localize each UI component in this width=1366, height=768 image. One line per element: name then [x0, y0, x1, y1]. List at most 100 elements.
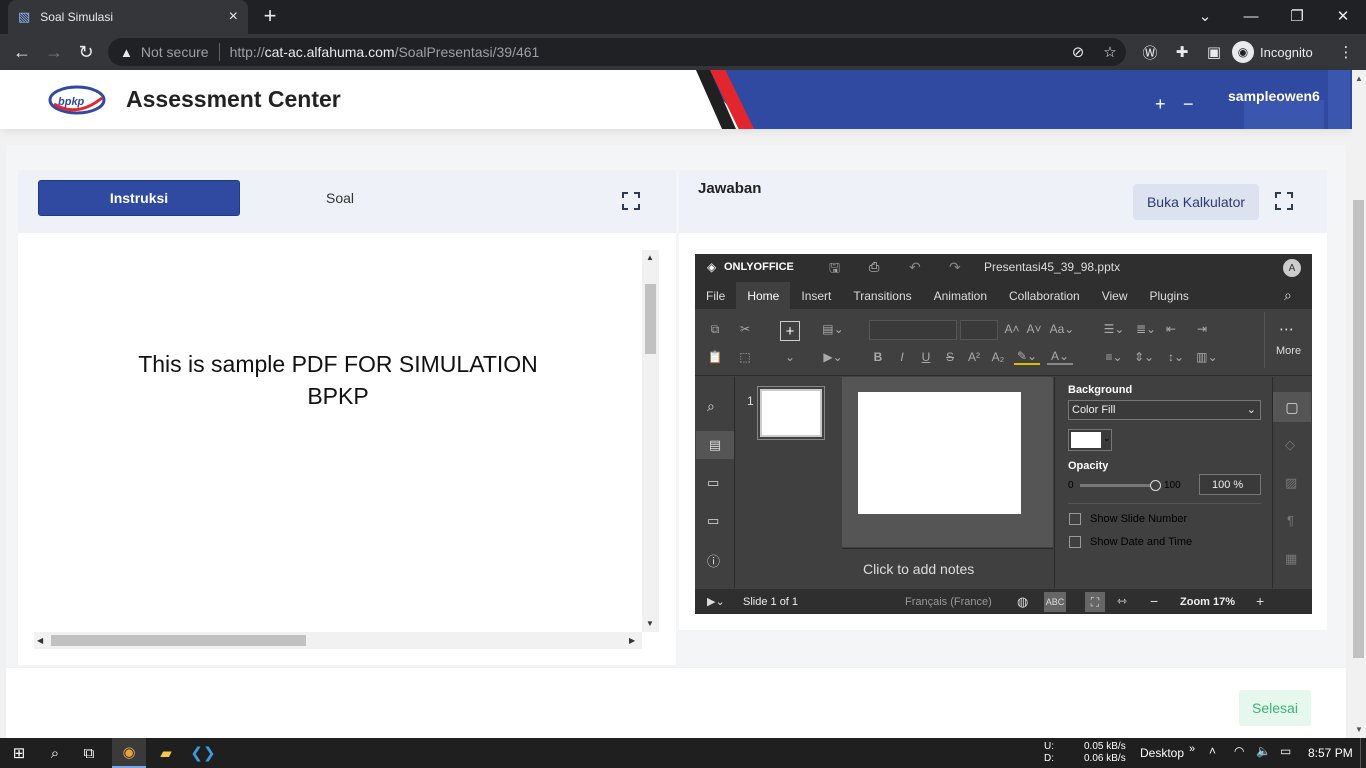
align-icon[interactable]: ≡⌄: [1100, 349, 1128, 365]
show-desktop-button[interactable]: [1360, 738, 1366, 768]
zoom-in-button[interactable]: +: [1155, 94, 1166, 115]
highlight-color-icon[interactable]: ✎⌄: [1014, 349, 1040, 365]
tab-instruksi[interactable]: Instruksi: [38, 180, 240, 216]
font-size-dropdown[interactable]: [960, 320, 998, 340]
slide-settings-icon[interactable]: ▢: [1273, 392, 1311, 422]
menu-animation[interactable]: Animation: [923, 282, 998, 309]
windows-start-icon[interactable]: ⊞: [2, 738, 36, 768]
increase-indent-icon[interactable]: ⇥: [1193, 321, 1211, 337]
notes-area[interactable]: Click to add notes: [842, 548, 1053, 588]
task-view-icon[interactable]: ⧉: [72, 738, 106, 768]
slideshow-icon[interactable]: ▶⌄: [707, 595, 725, 608]
numbering-icon[interactable]: ≣⌄: [1132, 321, 1160, 337]
scroll-down-arrow-icon[interactable]: ▼: [646, 619, 654, 628]
scroll-right-arrow-icon[interactable]: ▶: [629, 636, 635, 645]
strikethrough-icon[interactable]: S: [941, 349, 959, 365]
wifi-icon[interactable]: ◠: [1234, 744, 1244, 758]
zoom-in-icon[interactable]: +: [1256, 593, 1264, 609]
image-settings-icon[interactable]: ▨: [1285, 475, 1297, 491]
bold-icon[interactable]: B: [869, 349, 887, 365]
more-button[interactable]: More: [1276, 345, 1301, 357]
menu-plugins[interactable]: Plugins: [1139, 282, 1200, 309]
slides-panel-icon[interactable]: ▤: [696, 431, 734, 459]
fullscreen-icon[interactable]: [1273, 190, 1295, 212]
chrome-icon[interactable]: ◉: [112, 738, 146, 768]
user-avatar[interactable]: A: [1283, 259, 1301, 277]
font-family-dropdown[interactable]: [869, 320, 957, 340]
tab-soal[interactable]: Soal: [240, 180, 440, 216]
vscode-icon[interactable]: ❮❯: [186, 738, 220, 768]
underline-icon[interactable]: U: [917, 349, 935, 365]
redo-icon[interactable]: ↷: [949, 259, 961, 276]
scroll-up-arrow-icon[interactable]: ▲: [646, 253, 654, 262]
fullscreen-icon[interactable]: [620, 190, 642, 212]
fill-type-dropdown[interactable]: Color Fill ⌄: [1068, 400, 1261, 420]
browser-tab[interactable]: ▧ Soal Simulasi ×: [8, 0, 248, 34]
restore-button[interactable]: ❐: [1274, 0, 1320, 32]
spellcheck-icon[interactable]: ABC: [1044, 592, 1066, 612]
clock[interactable]: 8:57 PM: [1308, 746, 1353, 760]
print-icon[interactable]: ⎙: [869, 259, 879, 275]
show-slide-number-label[interactable]: Show Slide Number: [1090, 513, 1187, 525]
search-icon[interactable]: ⌕: [707, 398, 715, 415]
opacity-input[interactable]: 100 %: [1199, 474, 1261, 495]
change-case-icon[interactable]: Aa⌄: [1049, 321, 1075, 337]
add-slide-dropdown-icon[interactable]: ⌄: [781, 349, 799, 365]
scroll-up-arrow-icon[interactable]: ▲: [1355, 74, 1363, 83]
vertical-align-icon[interactable]: ⇕⌄: [1130, 349, 1158, 365]
paste-icon[interactable]: 📋: [706, 349, 724, 365]
file-explorer-icon[interactable]: ▰: [149, 738, 183, 768]
tab-search-icon[interactable]: ⌄: [1182, 0, 1228, 32]
search-icon[interactable]: ⌕: [1284, 287, 1292, 304]
warning-icon[interactable]: ▲: [120, 45, 133, 60]
browser-menu-icon[interactable]: ⋮: [1334, 34, 1358, 70]
menu-insert[interactable]: Insert: [790, 282, 842, 309]
tray-up-icon[interactable]: ˄: [1209, 744, 1216, 758]
fit-slide-icon[interactable]: ⛶: [1085, 592, 1105, 612]
open-calculator-button[interactable]: Buka Kalkulator: [1133, 184, 1259, 220]
scroll-left-arrow-icon[interactable]: ◀: [37, 636, 43, 645]
line-spacing-icon[interactable]: ↕⌄: [1162, 349, 1190, 365]
slide[interactable]: [858, 392, 1021, 514]
layout-icon[interactable]: ▤⌄: [819, 321, 847, 337]
paragraph-settings-icon[interactable]: ¶: [1287, 513, 1294, 528]
eye-off-icon[interactable]: ⊘: [1066, 34, 1090, 70]
bullets-icon[interactable]: ☰⌄: [1100, 321, 1128, 337]
slide-thumbnail[interactable]: [758, 387, 824, 439]
search-icon[interactable]: ⌕: [38, 738, 72, 768]
language-globe-icon[interactable]: ◍: [1017, 594, 1028, 610]
finish-button[interactable]: Selesai: [1239, 690, 1311, 726]
font-color-icon[interactable]: A⌄: [1047, 349, 1073, 365]
opacity-slider[interactable]: [1080, 484, 1156, 487]
menu-view[interactable]: View: [1091, 282, 1139, 309]
address-bar[interactable]: ▲ Not secure http://cat-ac.alfahuma.com /…: [108, 38, 1126, 66]
opacity-slider-handle[interactable]: [1150, 480, 1161, 491]
zoom-out-button[interactable]: −: [1183, 94, 1194, 115]
security-label[interactable]: Not secure: [141, 44, 209, 60]
pdf-horizontal-scroll-thumb[interactable]: [51, 635, 306, 646]
side-panel-icon[interactable]: ▣: [1202, 34, 1226, 70]
fit-width-icon[interactable]: ⇿: [1117, 594, 1127, 608]
show-date-time-checkbox[interactable]: [1069, 536, 1081, 548]
reload-icon[interactable]: ↻: [70, 34, 102, 70]
minimize-button[interactable]: —: [1228, 0, 1274, 32]
close-window-button[interactable]: ✕: [1320, 0, 1366, 32]
decrease-font-icon[interactable]: A˅: [1025, 321, 1043, 337]
copy-icon[interactable]: ⧉: [706, 321, 724, 337]
select-all-icon[interactable]: ⬚: [736, 349, 754, 365]
pdf-vertical-scroll-thumb[interactable]: [645, 284, 656, 354]
save-icon[interactable]: 🖫: [829, 259, 840, 281]
menu-collaboration[interactable]: Collaboration: [998, 282, 1091, 309]
info-icon[interactable]: ⓘ: [707, 551, 720, 570]
tab-close-icon[interactable]: ×: [229, 8, 238, 26]
start-slideshow-icon[interactable]: ▶⌄: [819, 349, 847, 365]
more-icon[interactable]: ⋯: [1279, 320, 1294, 338]
username[interactable]: sampleowen6: [1228, 88, 1320, 104]
shape-settings-icon[interactable]: ◇: [1285, 437, 1295, 453]
new-tab-button[interactable]: +: [258, 4, 282, 30]
desktop-toolbar[interactable]: Desktop: [1140, 746, 1184, 760]
add-slide-icon[interactable]: +: [780, 321, 800, 341]
scroll-down-arrow-icon[interactable]: ▼: [1355, 725, 1363, 734]
pdf-viewer[interactable]: [34, 250, 660, 650]
menu-home[interactable]: Home: [736, 282, 791, 309]
